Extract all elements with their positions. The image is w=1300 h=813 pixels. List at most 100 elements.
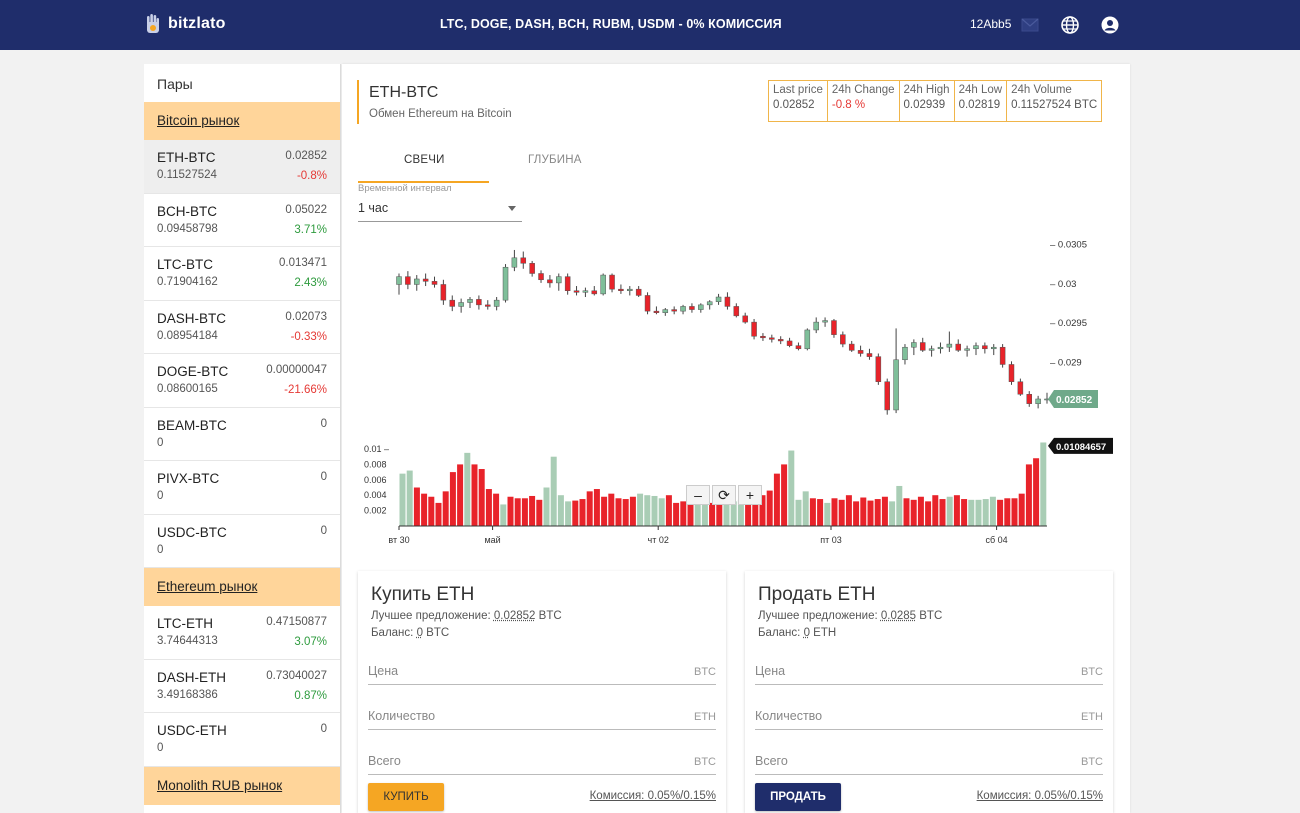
pair-row[interactable]: LTC-ETH 3.74644313 0.47150877 3.07% xyxy=(144,606,340,660)
pair-change: 3.71% xyxy=(294,223,327,236)
tab-depth[interactable]: ГЛУБИНА xyxy=(528,154,582,166)
volume-bar xyxy=(968,499,975,526)
logo-hand-icon xyxy=(144,13,162,35)
stat-label: Last price xyxy=(773,84,823,96)
pair-price: 0.05022 xyxy=(285,203,327,216)
pair-row[interactable]: BCH-BTC 0.09458798 0.05022 3.71% xyxy=(144,194,340,247)
buy-button[interactable]: КУПИТЬ xyxy=(368,783,444,811)
market-stats: Last price 0.02852 24h Change -0.8 % 24h Hig… xyxy=(768,80,1103,122)
sell-total-field[interactable]: Всего BTC xyxy=(755,751,1103,775)
candle-body xyxy=(822,320,828,323)
market-header[interactable]: Bitcoin рынок xyxy=(144,102,340,140)
best-offer-value[interactable]: 0.0285 xyxy=(881,610,916,622)
volume-bar xyxy=(514,498,521,526)
account-icon[interactable] xyxy=(1100,15,1120,35)
volume-bar xyxy=(975,499,982,526)
main-panel: ETH-BTC Обмен Ethereum на Bitcoin Last p… xyxy=(342,64,1130,813)
candle-body xyxy=(644,295,651,312)
zoom-out-button[interactable]: – xyxy=(686,485,710,505)
logo[interactable]: bitzlato xyxy=(144,12,226,36)
candle-body xyxy=(698,304,704,310)
pair-row[interactable]: DOGE-BTC 0.08600165 0.00000047 -21.66% xyxy=(144,354,340,408)
x-tick-label: вт 30 xyxy=(388,535,409,545)
tab-candles[interactable]: СВЕЧИ xyxy=(404,154,445,166)
candle-body xyxy=(609,274,615,290)
volume-bar xyxy=(586,491,593,526)
volume-bar xyxy=(939,499,946,526)
top-bar: bitzlato LTC, DOGE, DASH, BCH, RUBM, USD… xyxy=(0,0,1300,50)
sell-button[interactable]: ПРОДАТЬ xyxy=(755,783,841,811)
sell-title: Продать ETH xyxy=(758,584,876,605)
candle-body xyxy=(1035,398,1041,404)
balance-unit: ETH xyxy=(813,627,837,639)
candle-body xyxy=(884,381,890,411)
volume-bar xyxy=(953,495,960,526)
pair-title: ETH-BTC xyxy=(369,84,439,101)
candle-body xyxy=(769,337,775,340)
pair-volume: 0 xyxy=(157,742,164,754)
buy-price-field[interactable]: Цена BTC xyxy=(368,661,716,685)
sell-price-field[interactable]: Цена BTC xyxy=(755,661,1103,685)
volume-bar xyxy=(709,502,716,526)
interval-value: 1 час xyxy=(358,201,389,215)
stat-value: -0.8 % xyxy=(831,99,866,111)
volume-tick-label: 0.004 xyxy=(364,490,387,500)
pair-row[interactable]: USDC-BTC 0 0 xyxy=(144,515,340,568)
candle-body xyxy=(431,281,438,285)
stat-cell: 24h Low 0.02819 xyxy=(955,81,1008,121)
volume-bar xyxy=(867,500,874,526)
pair-price: 0.47150877 xyxy=(266,616,327,628)
price-tick-label: – 0.0295 xyxy=(1050,318,1087,329)
user-id[interactable]: 12Abb5 xyxy=(970,17,1011,31)
market-header[interactable]: Monolith RUB рынок xyxy=(144,766,340,805)
pair-row[interactable]: PIVX-BTC 0 0 xyxy=(144,461,340,515)
sell-quantity-field[interactable]: Количество ETH xyxy=(755,706,1103,730)
candle-body xyxy=(777,339,784,342)
candle-body xyxy=(875,356,882,382)
pair-row[interactable]: BEAM-BTC 0 0 xyxy=(144,408,340,461)
volume-bar xyxy=(723,504,730,526)
candle-body xyxy=(600,274,606,295)
volume-bar xyxy=(824,502,831,526)
volume-bar xyxy=(442,491,449,526)
buy-total-field[interactable]: Всего BTC xyxy=(368,751,716,775)
pair-row[interactable]: DASH-BTC 0.08954184 0.02073 -0.33% xyxy=(144,301,340,354)
best-offer-unit: BTC xyxy=(538,610,562,622)
zoom-in-button[interactable]: + xyxy=(738,485,762,505)
candle-body xyxy=(937,346,944,350)
buy-quantity-field[interactable]: Количество ETH xyxy=(368,706,716,730)
volume-bar xyxy=(903,498,910,526)
pair-row[interactable]: LTC-BTC 0.71904162 0.013471 2.43% xyxy=(144,247,340,301)
balance-value[interactable]: 0 xyxy=(804,627,810,639)
volume-bar xyxy=(845,495,852,526)
buy-fee-link[interactable]: Комиссия: 0.05%/0.15% xyxy=(590,790,716,802)
pair-row[interactable]: USDC-ETH 0 0 xyxy=(144,713,340,767)
pair-price: 0.013471 xyxy=(279,257,327,269)
candle-body xyxy=(928,348,935,351)
quantity-unit: ETH xyxy=(694,711,716,723)
globe-icon[interactable] xyxy=(1060,15,1080,35)
pair-row[interactable]: DASH-ETH 3.49168386 0.73040027 0.87% xyxy=(144,660,340,713)
best-offer-value[interactable]: 0.02852 xyxy=(494,610,536,622)
candle-body xyxy=(467,299,473,303)
market-header[interactable]: Ethereum рынок xyxy=(144,568,340,606)
pairs-sidebar: Пары Bitcoin рынок ETH-BTC 0.11527524 0.028… xyxy=(144,64,341,813)
volume-bar xyxy=(449,472,456,526)
volume-bar xyxy=(464,452,471,526)
sell-fee-link[interactable]: Комиссия: 0.05%/0.15% xyxy=(977,790,1103,802)
candle-body xyxy=(813,321,819,331)
volume-bar xyxy=(730,501,737,526)
volume-bar xyxy=(889,501,896,526)
candle-body xyxy=(449,299,456,307)
interval-select[interactable]: 1 час xyxy=(358,198,522,222)
balance-value[interactable]: 0 xyxy=(417,627,423,639)
volume-bar xyxy=(701,501,708,526)
reset-zoom-button[interactable]: ⟳ xyxy=(712,485,736,505)
best-offer-label: Лучшее предложение: xyxy=(371,610,491,622)
balance-label: Баланс: xyxy=(758,627,801,639)
promo-banner[interactable]: LTC, DOGE, DASH, BCH, RUBM, USDM - 0% КО… xyxy=(440,17,782,31)
pair-row[interactable]: ETH-BTC 0.11527524 0.02852 -0.8% xyxy=(144,140,340,194)
mail-icon[interactable] xyxy=(1020,15,1040,35)
price-chart[interactable]: – 0.0305 – 0.03 – 0.0295 – 0.029 0.01 – 0.008… xyxy=(342,222,1130,562)
volume-bar xyxy=(536,499,543,526)
